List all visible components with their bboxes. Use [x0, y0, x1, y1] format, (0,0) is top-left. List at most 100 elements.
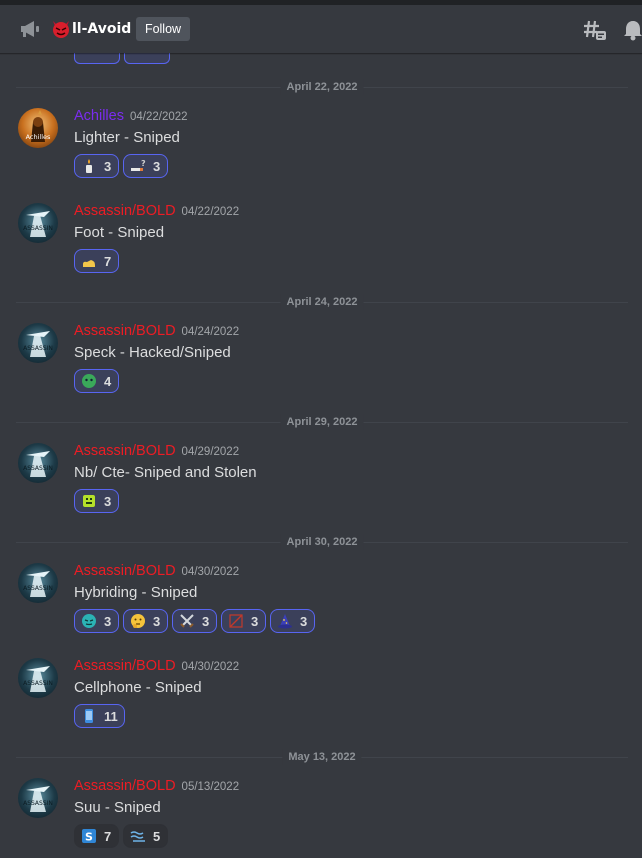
reaction-bar: 3 3 3 3 3: [74, 609, 315, 633]
svg-text:ASSASSIN: ASSASSIN: [23, 225, 53, 232]
message-content: Lighter - Sniped: [74, 129, 180, 146]
date-divider-label: April 24, 2022: [280, 294, 364, 310]
reaction-count: 3: [153, 158, 161, 174]
wizard-hat-emoji-icon: [278, 614, 292, 629]
avatar[interactable]: ASSASSIN: [18, 658, 58, 698]
reaction-count: 7: [104, 828, 112, 844]
author-name[interactable]: Achilles: [74, 108, 124, 124]
reaction-count: 5: [153, 828, 161, 844]
announcement-megaphone-icon: [21, 21, 39, 37]
svg-text:Achilles: Achilles: [26, 133, 51, 141]
reaction-count: 3: [153, 613, 161, 629]
green-face-emoji-icon: [82, 374, 96, 388]
avatar[interactable]: ASSASSIN: [18, 203, 58, 243]
wavy-lines-emoji-icon: [130, 831, 145, 842]
reaction-bar: 3 ? 3: [74, 154, 168, 178]
reaction[interactable]: 3: [172, 609, 217, 633]
reaction[interactable]: 3: [123, 609, 168, 633]
message-timestamp: 05/13/2022: [181, 781, 240, 793]
reaction-bar: 3: [74, 489, 119, 513]
message-list[interactable]: April 22, 2022 Achilles Achilles 04/22/20…: [0, 53, 642, 858]
reaction[interactable]: 3: [74, 489, 119, 513]
avatar[interactable]: Achilles: [18, 108, 58, 148]
reaction-count: 3: [104, 493, 112, 509]
reaction[interactable]: 3: [270, 609, 315, 633]
svg-text:ASSASSIN: ASSASSIN: [23, 800, 53, 807]
follow-button[interactable]: Follow: [136, 17, 190, 41]
threads-icon[interactable]: [583, 19, 607, 41]
teal-face-emoji-icon: [82, 614, 96, 628]
reaction[interactable]: 3: [221, 609, 266, 633]
green-block-emoji-icon: [83, 495, 95, 507]
reaction[interactable]: [124, 53, 170, 64]
message-author[interactable]: Assassin/BOLD 04/24/2022: [74, 321, 239, 342]
channel-name: ll-Avoid: [72, 21, 132, 37]
reaction[interactable]: S 7: [74, 824, 119, 848]
svg-text:ASSASSIN: ASSASSIN: [23, 345, 53, 352]
message-timestamp: 04/30/2022: [181, 661, 240, 673]
message-content: Nb/ Cte- Sniped and Stolen: [74, 464, 257, 481]
date-divider: April 22, 2022: [16, 79, 628, 95]
message-author[interactable]: Achilles 04/22/2022: [74, 106, 188, 127]
reaction[interactable]: 5: [123, 824, 168, 848]
reaction-count: 11: [104, 708, 118, 724]
author-name[interactable]: Assassin/BOLD: [74, 323, 176, 339]
message-timestamp: 04/22/2022: [129, 111, 188, 123]
reaction[interactable]: [74, 53, 120, 64]
avatar[interactable]: ASSASSIN: [18, 443, 58, 483]
reaction[interactable]: 7: [74, 249, 119, 273]
avatar[interactable]: ASSASSIN: [18, 563, 58, 603]
previous-message-reactions[interactable]: [74, 53, 174, 68]
date-divider: April 24, 2022: [16, 294, 628, 310]
reaction-count: 3: [202, 613, 210, 629]
reaction[interactable]: 3: [74, 154, 119, 178]
message-timestamp: 04/24/2022: [181, 326, 240, 338]
date-divider-label: May 13, 2022: [282, 749, 362, 765]
reaction[interactable]: ? 3: [123, 154, 168, 178]
reaction-count: 7: [104, 253, 112, 269]
svg-text:S: S: [85, 831, 93, 844]
reaction[interactable]: 3: [74, 609, 119, 633]
message-author[interactable]: Assassin/BOLD 05/13/2022: [74, 776, 239, 797]
date-divider: April 29, 2022: [16, 414, 628, 430]
author-name[interactable]: Assassin/BOLD: [74, 778, 176, 794]
svg-text:ASSASSIN: ASSASSIN: [23, 680, 53, 687]
blue-s-emoji-icon: S: [82, 829, 96, 844]
reaction-count: 3: [104, 158, 112, 174]
crossed-bow-emoji-icon: [229, 614, 243, 628]
author-name[interactable]: Assassin/BOLD: [74, 443, 176, 459]
message-author[interactable]: Assassin/BOLD 04/22/2022: [74, 201, 239, 222]
reaction-count: 3: [300, 613, 308, 629]
message-content: Hybriding - Sniped: [74, 584, 198, 601]
reaction-count: 3: [104, 613, 112, 629]
notification-bell-icon[interactable]: [622, 19, 642, 41]
date-divider-label: April 30, 2022: [280, 534, 364, 550]
channel-header: ll-Avoid Follow: [0, 5, 642, 53]
reaction-count: 4: [104, 373, 112, 389]
avatar[interactable]: ASSASSIN: [18, 323, 58, 363]
message-timestamp: 04/22/2022: [181, 206, 240, 218]
reaction[interactable]: 11: [74, 704, 125, 728]
blue-phone-emoji-icon: [85, 709, 93, 723]
reaction-bar: S 7 5: [74, 824, 168, 848]
devil-emoji-icon: [53, 21, 69, 38]
message-content: Foot - Sniped: [74, 224, 165, 241]
svg-text:?: ?: [141, 159, 146, 168]
avatar[interactable]: ASSASSIN: [18, 778, 58, 818]
author-name[interactable]: Assassin/BOLD: [74, 658, 176, 674]
author-name[interactable]: Assassin/BOLD: [74, 563, 176, 579]
svg-text:ASSASSIN: ASSASSIN: [23, 465, 53, 472]
reaction-bar: 7: [74, 249, 119, 273]
message-author[interactable]: Assassin/BOLD 04/30/2022: [74, 656, 239, 677]
author-name[interactable]: Assassin/BOLD: [74, 203, 176, 219]
reaction[interactable]: 4: [74, 369, 119, 393]
thinking-face-emoji-icon: [131, 614, 145, 628]
candle-emoji-icon: [86, 159, 92, 173]
reaction-bar: 11: [74, 704, 125, 728]
foot-emoji-icon: [83, 260, 95, 267]
crossed-swords-emoji-icon: [180, 614, 194, 628]
message-timestamp: 04/29/2022: [181, 446, 240, 458]
message-author[interactable]: Assassin/BOLD 04/29/2022: [74, 441, 239, 462]
message-timestamp: 04/30/2022: [181, 566, 240, 578]
message-author[interactable]: Assassin/BOLD 04/30/2022: [74, 561, 239, 582]
